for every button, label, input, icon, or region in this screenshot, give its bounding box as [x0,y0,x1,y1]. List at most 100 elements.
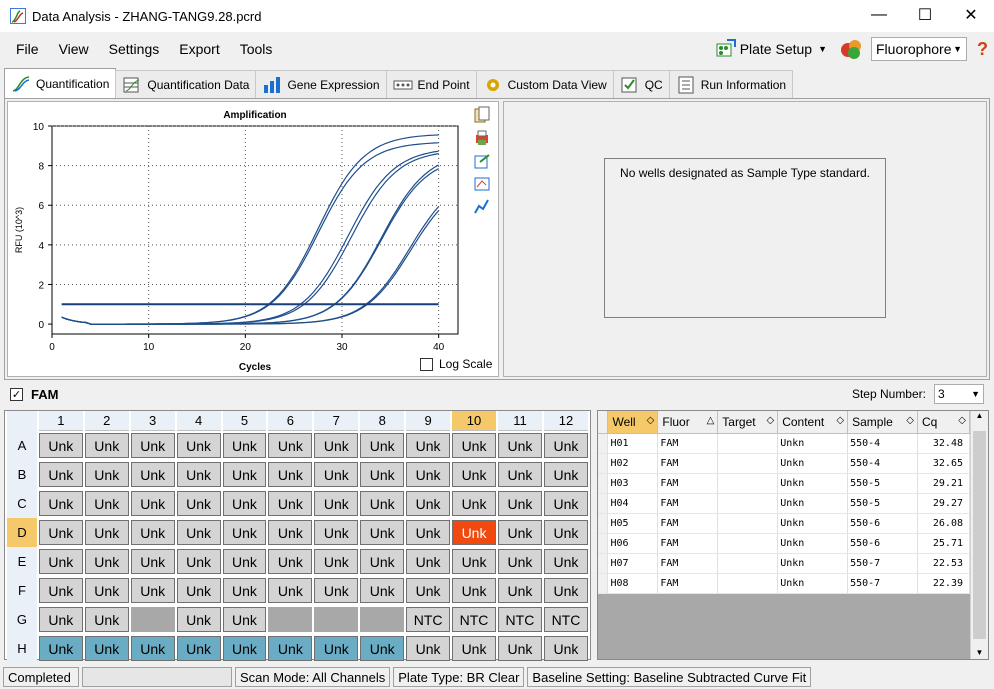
plate-well[interactable]: Unk [268,433,313,458]
plate-column-header[interactable]: 1 [38,411,83,431]
grid-column-header[interactable]: Fluor △ [657,411,719,434]
grid-row-header[interactable] [598,473,609,494]
plate-well[interactable]: Unk [360,520,405,545]
tab-qc[interactable]: QC [612,70,670,98]
plate-well[interactable]: Unk [38,549,83,574]
sort-icon[interactable]: ◇ [958,415,966,426]
plate-corner[interactable] [7,411,37,431]
plate-well[interactable]: Unk [176,578,221,603]
plate-well[interactable]: NTC [497,607,542,632]
plate-column-header[interactable]: 7 [314,411,359,431]
grid-row-header[interactable] [598,533,609,554]
sort-icon[interactable]: ◇ [906,415,914,426]
plate-well[interactable]: Unk [222,462,267,487]
plate-well[interactable]: Unk [222,491,267,516]
tab-quantification-data[interactable]: Quantification Data [115,70,257,98]
plate-well[interactable]: Unk [38,491,83,516]
plate-well[interactable]: Unk [452,578,496,603]
plate-well[interactable]: Unk [84,607,129,632]
grid-scrollbar[interactable]: ▲ ▼ [970,411,988,659]
plate-well[interactable]: Unk [452,636,496,661]
plate-row-header[interactable]: A [7,431,37,460]
tab-run-information[interactable]: Run Information [668,70,794,98]
plate-well[interactable]: Unk [268,549,313,574]
minimize-button[interactable]: — [856,0,902,30]
plate-well[interactable]: Unk [314,520,359,545]
menu-tools[interactable]: Tools [240,41,273,57]
sort-icon[interactable]: △ [707,415,715,426]
plate-well[interactable]: NTC [543,607,588,632]
menu-view[interactable]: View [59,41,89,57]
grid-column-header[interactable]: Cq ◇ [917,411,970,434]
plate-well[interactable]: Unk [130,520,175,545]
plate-well[interactable]: Unk [268,578,313,603]
plate-well[interactable]: Unk [38,578,83,603]
scroll-thumb[interactable] [973,431,986,639]
plate-well[interactable]: Unk [38,462,83,487]
plate-well[interactable]: Unk [38,433,83,458]
table-row[interactable]: H04 FAM Unkn 550-5 29.27 [598,493,970,514]
plate-well[interactable]: Unk [497,636,542,661]
plate-well[interactable]: Unk [452,462,496,487]
plate-well[interactable]: Unk [84,462,129,487]
plate-row-header[interactable]: D [7,518,37,547]
grid-row-header[interactable] [598,493,609,514]
plate-well[interactable]: Unk [84,520,129,545]
tab-end-point[interactable]: End Point [385,70,477,98]
plate-well[interactable]: Unk [406,433,451,458]
plate-well[interactable]: Unk [406,636,451,661]
plate-well[interactable]: Unk [360,462,405,487]
plate-well[interactable]: Unk [543,549,588,574]
plate-well[interactable]: Unk [84,433,129,458]
fluorophore-select[interactable]: Fluorophore ▼ [871,37,967,61]
plate-well[interactable]: Unk [268,520,313,545]
plate-well[interactable]: Unk [360,549,405,574]
plate-well[interactable]: Unk [176,636,221,661]
table-row[interactable]: H01 FAM Unkn 550-4 32.48 [598,433,970,454]
grid-row-header[interactable] [598,573,609,594]
plate-column-header[interactable]: 2 [84,411,129,431]
plate-well[interactable]: Unk [543,491,588,516]
maximize-button[interactable]: ☐ [902,0,948,30]
plate-well[interactable]: Unk [176,549,221,574]
sort-icon[interactable]: ◇ [766,415,774,426]
plate-row-header[interactable]: C [7,489,37,518]
plate-well[interactable]: Unk [360,578,405,603]
plate-well[interactable]: Unk [268,462,313,487]
plate-well[interactable]: Unk [497,520,542,545]
plate-well[interactable]: Unk [222,549,267,574]
plate-well[interactable]: Unk [543,578,588,603]
plate-well[interactable]: Unk [130,636,175,661]
plate-well[interactable]: Unk [84,578,129,603]
tab-quantification[interactable]: Quantification [4,68,117,98]
plate-well[interactable] [268,607,313,632]
plate-well[interactable]: Unk [268,491,313,516]
plate-setup-button[interactable]: Plate Setup ▼ [715,38,827,60]
plate-row-header[interactable]: E [7,547,37,576]
well-groups-icon[interactable] [839,37,865,61]
trace-icon[interactable] [474,198,492,216]
plate-column-header[interactable]: 10 [452,411,496,431]
grid-column-header[interactable]: Target ◇ [717,411,779,434]
amplification-chart[interactable]: Amplification 0 10 20 30 40 0 2 4 6 8 10 Cycles RFU (… [8,102,468,374]
plate-well[interactable]: Unk [314,549,359,574]
plate-well[interactable]: Unk [222,636,267,661]
plate-well[interactable]: Unk [452,549,496,574]
plate-well[interactable]: Unk [314,433,359,458]
plate-well[interactable]: Unk [452,491,496,516]
plate-well[interactable] [130,607,175,632]
plate-well[interactable]: Unk [38,520,83,545]
plate-well[interactable] [360,607,405,632]
plate-well[interactable]: NTC [452,607,496,632]
plate-row-header[interactable]: F [7,576,37,605]
plate-well[interactable]: Unk [406,491,451,516]
table-row[interactable]: H03 FAM Unkn 550-5 29.21 [598,473,970,494]
plate-well[interactable]: Unk [406,549,451,574]
plate-well[interactable]: NTC [406,607,451,632]
plate-well[interactable]: Unk [176,433,221,458]
plate-well[interactable]: Unk [497,578,542,603]
plate-well[interactable]: Unk [543,433,588,458]
plate-row-header[interactable]: H [7,634,37,663]
menu-export[interactable]: Export [179,41,219,57]
plate-well[interactable]: Unk [38,636,83,661]
